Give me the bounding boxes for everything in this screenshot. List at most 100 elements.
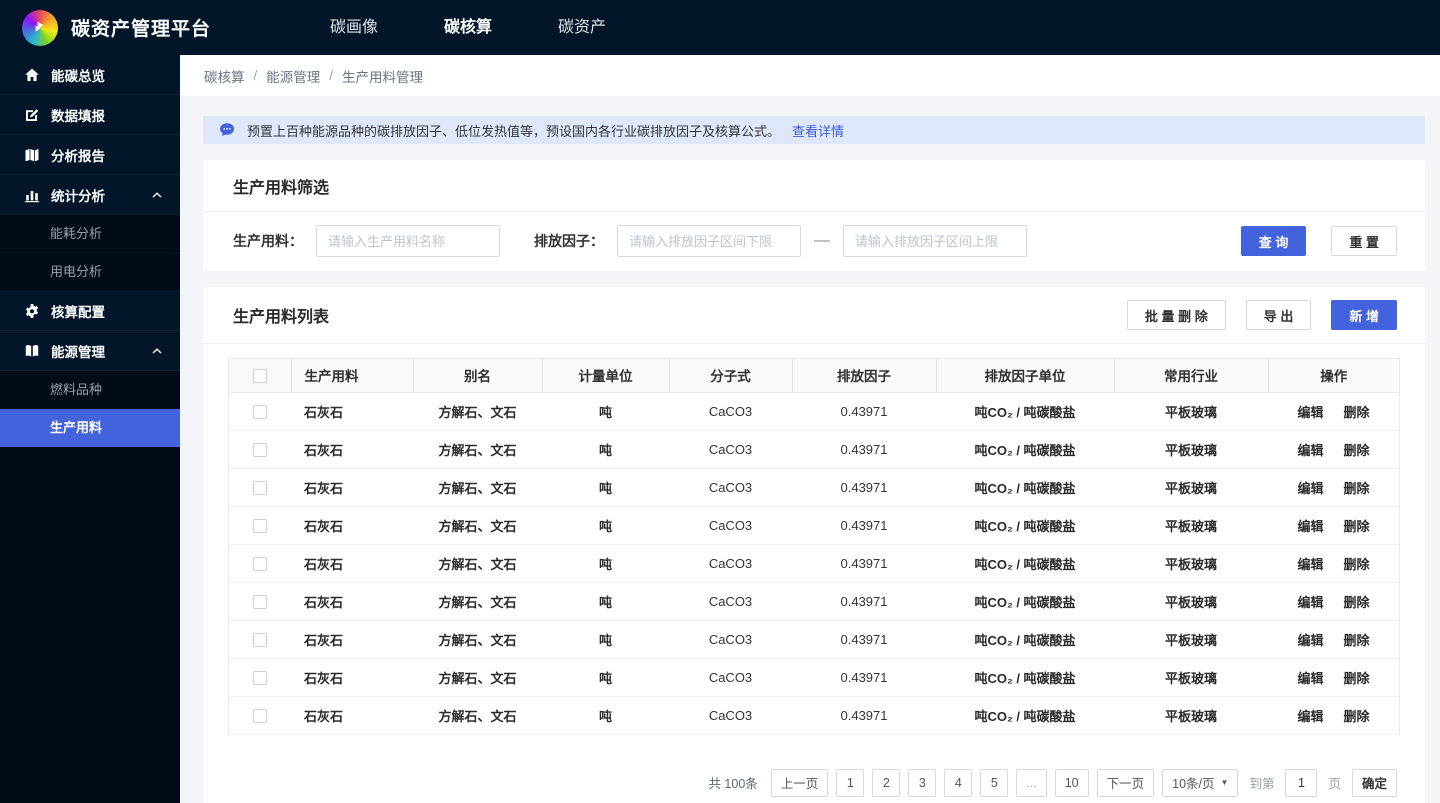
add-button[interactable]: 新 增 xyxy=(1331,300,1397,330)
prev-page-button[interactable]: 上一页 xyxy=(770,768,829,797)
list-card: 生产用料列表 批 量 删 除 导 出 新 增 生产用料 别名 计量单位 分子式 排放因子… xyxy=(203,287,1425,803)
reset-button[interactable]: 重 置 xyxy=(1331,226,1397,256)
page-button-5[interactable]: 5 xyxy=(980,768,1009,797)
row-checkbox[interactable] xyxy=(253,480,267,495)
header-checkbox-cell xyxy=(229,359,292,393)
breadcrumb-item[interactable]: 碳核算 xyxy=(204,66,245,86)
delete-link[interactable]: 删除 xyxy=(1344,633,1370,648)
sidebar-item-label: 能碳总览 xyxy=(51,68,105,84)
delete-link[interactable]: 删除 xyxy=(1344,443,1370,458)
cell-factor-unit: 吨CO₂ / 吨碳酸盐 xyxy=(936,620,1114,659)
cell-industry: 平板玻璃 xyxy=(1114,392,1268,431)
select-all-checkbox[interactable] xyxy=(252,368,267,383)
delete-link[interactable]: 删除 xyxy=(1344,405,1370,420)
column-header: 计量单位 xyxy=(542,359,670,393)
row-checkbox[interactable] xyxy=(253,708,267,723)
next-page-button[interactable]: 下一页 xyxy=(1096,768,1155,797)
cell-unit: 吨 xyxy=(542,430,669,469)
delete-link[interactable]: 删除 xyxy=(1344,595,1370,610)
edit-link[interactable]: 编辑 xyxy=(1297,519,1323,534)
row-checkbox-cell xyxy=(229,392,291,431)
material-label: 生产用料： xyxy=(233,233,303,249)
goto-page-input[interactable] xyxy=(1285,768,1318,797)
app-title: 碳资产管理平台 xyxy=(71,19,212,40)
chevron-up-icon xyxy=(152,347,162,354)
cell-formula: CaCO3 xyxy=(669,620,792,659)
sidebar-item-fuel-types[interactable]: 燃料品种 xyxy=(0,371,180,409)
row-checkbox[interactable] xyxy=(253,632,267,647)
sidebar-item-label: 数据填报 xyxy=(51,108,105,124)
row-checkbox[interactable] xyxy=(253,556,267,571)
edit-link[interactable]: 编辑 xyxy=(1297,557,1323,572)
delete-link[interactable]: 删除 xyxy=(1344,519,1370,534)
page-button-1[interactable]: 1 xyxy=(836,768,865,797)
sidebar-item-data-reporting[interactable]: 数据填报 xyxy=(0,95,180,135)
edit-link[interactable]: 编辑 xyxy=(1297,405,1323,420)
factor-max-input[interactable] xyxy=(843,225,1027,257)
delete-link[interactable]: 删除 xyxy=(1344,481,1370,496)
topnav-item-carbon-accounting[interactable]: 碳核算 xyxy=(411,0,525,55)
book-icon xyxy=(24,343,40,359)
search-button[interactable]: 查 询 xyxy=(1240,226,1307,256)
row-checkbox-cell xyxy=(229,544,291,583)
row-checkbox[interactable] xyxy=(253,594,267,609)
cell-alias: 方解石、文石 xyxy=(413,696,542,735)
page-button-3[interactable]: 3 xyxy=(908,768,937,797)
filter-card-head: 生产用料筛选 xyxy=(203,160,1425,212)
pagination-total: 共 100条 xyxy=(708,777,758,791)
cell-industry: 平板玻璃 xyxy=(1114,696,1268,735)
cell-factor: 0.43971 xyxy=(792,468,936,507)
sidebar-item-analysis-report[interactable]: 分析报告 xyxy=(0,135,180,175)
list-actions: 批 量 删 除 导 出 新 增 xyxy=(1126,300,1397,330)
edit-link[interactable]: 编辑 xyxy=(1297,481,1323,496)
goto-confirm-button[interactable]: 确定 xyxy=(1351,768,1397,797)
cell-factor: 0.43971 xyxy=(792,696,936,735)
cell-industry: 平板玻璃 xyxy=(1114,658,1268,697)
page-button-10[interactable]: 10 xyxy=(1054,768,1089,797)
cell-unit: 吨 xyxy=(542,696,669,735)
breadcrumb-item[interactable]: 能源管理 xyxy=(266,66,320,86)
topnav-item-carbon-asset[interactable]: 碳资产 xyxy=(525,0,639,55)
page-ellipsis[interactable]: ... xyxy=(1016,768,1047,797)
table-row: 石灰石 方解石、文石吨 CaCO3 0.43971 吨CO₂ / 吨碳酸盐 平板玻璃 编辑 删… xyxy=(229,506,1399,545)
breadcrumb-item[interactable]: 生产用料管理 xyxy=(342,66,423,86)
topnav-item-carbon-profile[interactable]: 碳画像 xyxy=(297,0,411,55)
edit-link[interactable]: 编辑 xyxy=(1297,443,1323,458)
row-checkbox[interactable] xyxy=(253,670,267,685)
sidebar-item-energy-consumption-analysis[interactable]: 能耗分析 xyxy=(0,215,180,253)
delete-link[interactable]: 删除 xyxy=(1344,709,1370,724)
page-button-4[interactable]: 4 xyxy=(944,768,973,797)
cell-unit: 吨 xyxy=(542,544,669,583)
row-checkbox[interactable] xyxy=(253,404,267,419)
cell-formula: CaCO3 xyxy=(669,696,792,735)
cell-factor-unit: 吨CO₂ / 吨碳酸盐 xyxy=(936,430,1114,469)
comment-icon xyxy=(219,122,235,138)
edit-link[interactable]: 编辑 xyxy=(1297,671,1323,686)
delete-link[interactable]: 删除 xyxy=(1344,557,1370,572)
page-size-select[interactable]: 10条/页 ▼ xyxy=(1162,768,1239,797)
page-suffix-label: 页 xyxy=(1328,777,1341,791)
edit-link[interactable]: 编辑 xyxy=(1297,633,1323,648)
batch-delete-button[interactable]: 批 量 删 除 xyxy=(1126,300,1226,330)
topbar: 碳资产管理平台 碳画像 碳核算 碳资产 xyxy=(0,0,1440,55)
sidebar-item-electricity-analysis[interactable]: 用电分析 xyxy=(0,253,180,291)
export-button[interactable]: 导 出 xyxy=(1245,300,1312,330)
delete-link[interactable]: 删除 xyxy=(1344,671,1370,686)
sidebar-item-production-materials[interactable]: 生产用料 xyxy=(0,409,180,447)
sidebar-item-energy-management[interactable]: 能源管理 xyxy=(0,331,180,371)
factor-min-input[interactable] xyxy=(617,225,801,257)
gear-icon xyxy=(24,303,40,319)
cell-factor-unit: 吨CO₂ / 吨碳酸盐 xyxy=(936,658,1114,697)
view-details-link[interactable]: 查看详情 xyxy=(792,121,844,140)
sidebar-item-statistical-analysis[interactable]: 统计分析 xyxy=(0,175,180,215)
sidebar-item-accounting-config[interactable]: 核算配置 xyxy=(0,291,180,331)
row-checkbox[interactable] xyxy=(253,518,267,533)
edit-link[interactable]: 编辑 xyxy=(1297,709,1323,724)
cell-alias: 方解石、文石 xyxy=(413,544,542,583)
edit-link[interactable]: 编辑 xyxy=(1297,595,1323,610)
page-button-2[interactable]: 2 xyxy=(872,768,901,797)
row-checkbox[interactable] xyxy=(253,442,267,457)
sidebar-item-energy-carbon-overview[interactable]: 能碳总览 xyxy=(0,55,180,95)
material-input[interactable] xyxy=(316,225,500,257)
cell-formula: CaCO3 xyxy=(669,392,792,431)
